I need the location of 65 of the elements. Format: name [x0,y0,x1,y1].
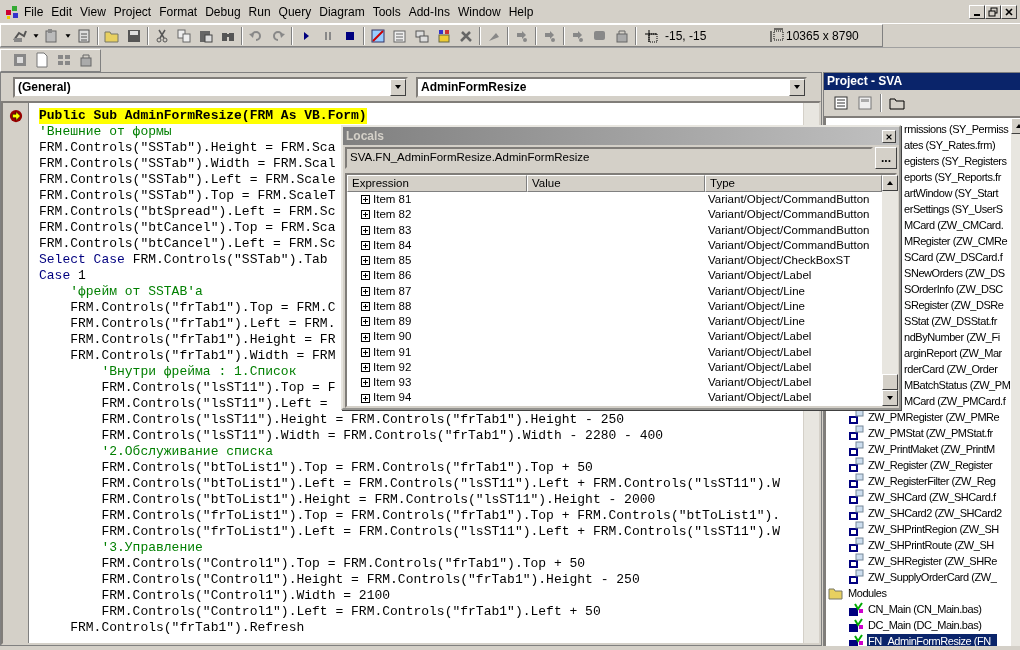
table-cell-text: Item 89 [373,314,412,330]
code-line: FRM.Controls("frTab1").Refresh [69,620,305,636]
code-line: FRM.Controls("btSpread").Left = FRM.Sc [39,204,336,220]
table-cell-text: Variant/Object/Label [707,359,812,375]
code-line: FRM.Controls("lsST11").Left = [100,396,328,412]
table-cell-text: Item 84 [373,237,412,253]
table-cell-text: Variant/Object/Label [707,375,812,391]
table-cell-text: Item 90 [373,329,412,345]
code-line: 'Внутри фрейма : 1.Список [100,364,297,380]
code-line: FRM.Controls("Control1").Height = FRM.Controls("frTab1").Height - 250 [100,572,640,588]
table-cell-text: Variant/Object/Line [707,283,805,299]
code-line: FRM.Controls("lsST11").Top = F [100,380,336,396]
table-cell-text: Item 94 [373,390,412,406]
code-line: 'фрейм от SSTAB'а [69,284,203,300]
table-cell-text: Variant/Object/Line [707,298,805,314]
table-cell-text: Variant/Object/CommandButton [707,237,870,253]
table-cell-text: Variant/Object/Label [707,268,812,284]
table-cell-text: Item 92 [373,359,412,375]
panel-title: Project - SVA [824,73,1020,90]
table-cell-text: Variant/Object/Line [707,314,805,330]
code-line: Case 1 [39,268,86,284]
table-cell-text: Item 86 [373,268,412,284]
code-line: FRM.Controls("Control1").Left = FRM.Controls("frTab1").Left + 50 [100,604,601,620]
code-line: FRM.Controls("btCancel").Left = FRM.Sc [39,236,336,252]
code-line: FRM.Controls("frTab1").Top = FRM.C [69,300,336,316]
table-cell-text: Item 93 [373,375,412,391]
code-line: FRM.Controls("frTab1").Width = FRM [69,348,336,364]
table-cell-text: Variant/Object/CommandButton [707,192,870,207]
table-cell-text: Item 83 [373,222,412,238]
table-cell-text: Item 88 [373,298,412,314]
table-cell-text: Variant/Object/Label [707,344,812,360]
table-cell-text: Item 82 [373,207,412,223]
code-line: FRM.Controls("btCancel").Top = FRM.Sca [39,220,336,236]
table-cell-text: Item 91 [373,344,412,360]
code-line: 'Внешние от формы [39,124,172,140]
code-line: FRM.Controls("frTab1").Left = FRM. [69,316,336,332]
table-cell-text: Variant/Object/CheckBoxST [707,253,851,269]
size-readout: 10365 x 8790 [785,27,860,45]
code-line: FRM.Controls("frToList1").Top = FRM.Controls("frTab1").Top + FRM.Controls("btToList1"). [100,508,781,524]
table-cell-text: Item 81 [373,192,412,207]
code-line: '2.Обслуживание списка [100,444,274,460]
table-cell-text: Variant/Object/Label [707,329,812,345]
table-cell-text: Item 85 [373,253,412,269]
window-title: Locals [346,128,385,145]
code-line: FRM.Controls("btToList1").Height = FRM.Controls("lsST11").Height - 2000 [100,492,656,508]
code-line: FRM.Controls("frToList1").Left = FRM.Controls("lsST11").Left + FRM.Controls("lsST11").W [100,524,781,540]
code-line: FRM.Controls("lsST11").Width = FRM.Controls("frTab1").Width - 2280 - 400 [100,428,664,444]
code-line: FRM.Controls("SSTab").Top = FRM.ScaleT [39,188,336,204]
code-line: FRM.Controls("SSTab").Width = FRM.Scal [39,156,336,172]
code-line: FRM.Controls("frTab1").Height = FR [69,332,336,348]
code-line: '3.Управление [100,540,203,556]
table-cell-text: Variant/Object/CommandButton [707,207,870,223]
code-line: FRM.Controls("btToList1").Top = FRM.Controls("frTab1").Top + 50 [100,460,593,476]
code-line: FRM.Controls("Control1").Top = FRM.Controls("frTab1").Top + 50 [100,556,586,572]
code-line: FRM.Controls("btToList1").Left = FRM.Controls("lsST11").Left + FRM.Controls("lsST11").W [100,476,781,492]
table-cell-text: Variant/Object/CommandButton [707,222,870,238]
table-cell-text: Variant/Object/Label [707,390,812,406]
code-line: FRM.Controls("Control1").Width = 2100 [100,588,391,604]
code-line: FRM.Controls("lsST11").Height = FRM.Controls("frTab1").Height - 250 [100,412,625,428]
code-line: FRM.Controls("SSTab").Height = FRM.Sca [39,140,336,156]
code-line: Select Case FRM.Controls("SSTab").Tab [39,252,328,268]
context-field: SVA.FN_AdminFormResize.AdminFormResize [345,147,873,169]
position-readout: -15, -15 [664,27,708,45]
code-line: FRM.Controls("SSTab").Left = FRM.Scale [39,172,336,188]
table-cell-text: Item 87 [373,283,412,299]
